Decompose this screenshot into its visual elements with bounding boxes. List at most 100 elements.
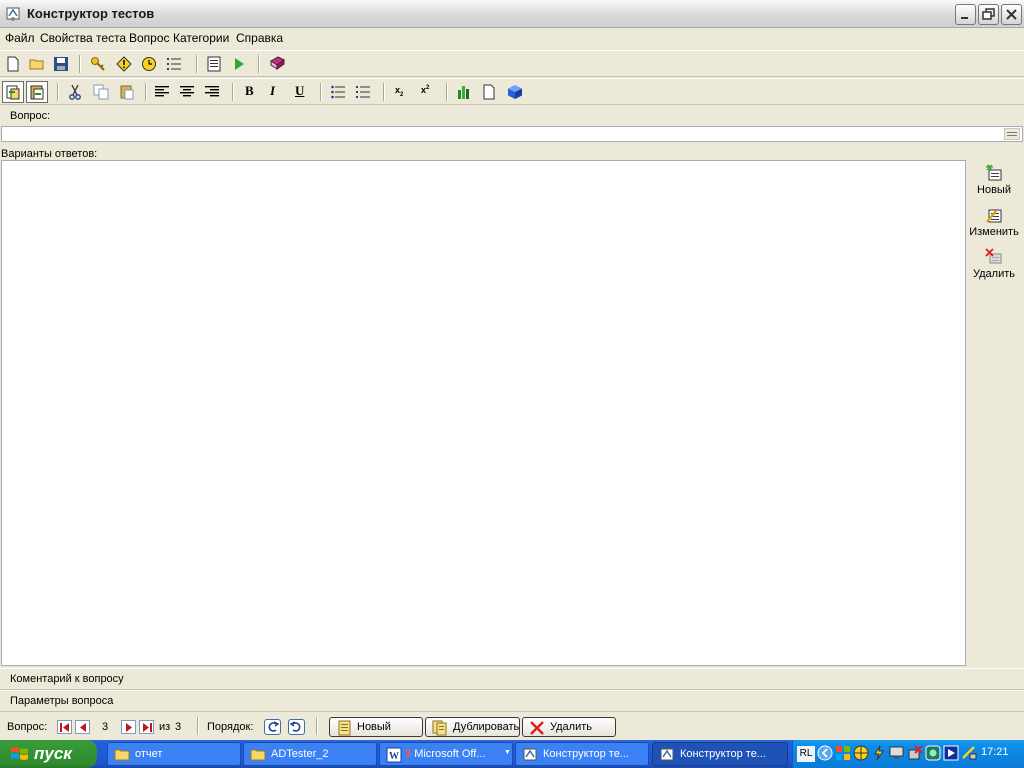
cut-icon[interactable] bbox=[65, 82, 85, 102]
question-params-section[interactable]: Параметры вопроса bbox=[0, 690, 1024, 712]
new-answer-label: Новый bbox=[977, 184, 1011, 196]
question-expand-button[interactable] bbox=[1004, 128, 1020, 140]
question-navigation: Вопрос: 3 из 3 Порядок: Новый Дублироват… bbox=[0, 713, 1024, 740]
new-answer-button[interactable]: Новый bbox=[966, 164, 1022, 196]
bullet-list-icon[interactable] bbox=[328, 82, 348, 102]
clock-icon[interactable] bbox=[139, 54, 159, 74]
menu-question[interactable]: Вопрос bbox=[129, 31, 170, 45]
chart-icon[interactable] bbox=[454, 82, 474, 102]
open-folder-icon[interactable] bbox=[27, 54, 47, 74]
task-adtester[interactable]: ADTester_2 bbox=[243, 742, 377, 766]
menu-help[interactable]: Справка bbox=[236, 31, 283, 45]
warning-icon[interactable] bbox=[114, 54, 134, 74]
globe-icon[interactable] bbox=[853, 745, 869, 761]
task-microsoft-office[interactable]: W 3 Microsoft Off... ▼ bbox=[379, 742, 513, 766]
prev-question-button[interactable] bbox=[75, 720, 90, 734]
order-down-button[interactable] bbox=[288, 719, 305, 735]
subscript-button[interactable]: x2 bbox=[391, 82, 411, 102]
save-icon[interactable] bbox=[51, 54, 71, 74]
close-button[interactable] bbox=[1001, 4, 1022, 25]
underline-button[interactable]: U bbox=[290, 82, 310, 102]
answers-label: Варианты ответов: bbox=[1, 148, 98, 160]
task-count: 3 bbox=[405, 748, 412, 760]
task-label: отчет bbox=[135, 748, 163, 760]
delete-answer-label: Удалить bbox=[973, 268, 1015, 280]
app-icon bbox=[6, 7, 20, 21]
nav-question-label: Вопрос: bbox=[7, 721, 48, 733]
folder-icon bbox=[114, 749, 130, 761]
of-label: из bbox=[159, 721, 171, 733]
language-indicator[interactable]: RL bbox=[797, 746, 815, 762]
new-question-button[interactable]: Новый bbox=[329, 717, 423, 737]
task-label: Конструктор те... bbox=[680, 748, 766, 760]
run-icon[interactable] bbox=[229, 54, 249, 74]
title-bar: Конструктор тестов bbox=[0, 0, 1024, 28]
start-label: пуск bbox=[34, 744, 72, 763]
italic-button[interactable]: I bbox=[265, 82, 285, 102]
task-report[interactable]: отчет bbox=[107, 742, 241, 766]
cube-icon[interactable] bbox=[505, 82, 525, 102]
task-test-constructor-1[interactable]: Конструктор те... bbox=[515, 742, 649, 766]
delete-question-button[interactable]: Удалить bbox=[522, 717, 616, 737]
paste2-icon[interactable] bbox=[117, 82, 137, 102]
delete-question-label: Удалить bbox=[550, 721, 592, 733]
paste-icon[interactable] bbox=[26, 81, 48, 103]
underline-icon: U bbox=[295, 83, 305, 98]
paste-special-icon[interactable] bbox=[2, 81, 24, 103]
disconnected-icon[interactable] bbox=[907, 745, 923, 761]
answers-side-panel: Новый Изменить Удалить bbox=[966, 160, 1022, 666]
windows-logo-icon bbox=[11, 747, 28, 760]
network-icon[interactable] bbox=[835, 745, 851, 761]
main-toolbar bbox=[0, 50, 1024, 77]
comment-section[interactable]: Коментарий к вопросу bbox=[0, 668, 1024, 690]
order-up-button[interactable] bbox=[264, 719, 281, 735]
numbered-list2-icon[interactable] bbox=[353, 82, 373, 102]
italic-icon: I bbox=[270, 83, 276, 98]
restore-button[interactable] bbox=[978, 4, 999, 25]
usb-icon[interactable] bbox=[961, 745, 977, 761]
book-icon[interactable] bbox=[267, 54, 287, 74]
answers-list[interactable] bbox=[1, 160, 966, 666]
system-tray: RL 17:21 bbox=[792, 740, 1024, 768]
first-question-button[interactable] bbox=[57, 720, 72, 734]
edit-answer-icon bbox=[985, 206, 1003, 224]
power-icon[interactable] bbox=[871, 745, 887, 761]
antivirus-icon[interactable] bbox=[925, 745, 941, 761]
question-input[interactable] bbox=[1, 126, 1023, 142]
key-icon[interactable] bbox=[88, 54, 108, 74]
tray-collapse-icon[interactable] bbox=[817, 745, 833, 761]
superscript-button[interactable]: x2 bbox=[417, 82, 437, 102]
duplicate-question-label: Дублировать bbox=[453, 721, 520, 733]
comment-section-label: Коментарий к вопросу bbox=[10, 673, 124, 685]
group-dropdown-icon: ▼ bbox=[504, 749, 511, 756]
menu-file[interactable]: Файл bbox=[5, 31, 35, 45]
menu-categories[interactable]: Категории bbox=[173, 31, 229, 45]
clock: 17:21 bbox=[981, 746, 1009, 758]
task-label: Конструктор те... bbox=[543, 748, 629, 760]
start-button[interactable]: пуск bbox=[0, 740, 97, 768]
menu-test-properties[interactable]: Свойства теста bbox=[40, 31, 126, 45]
edit-answer-button[interactable]: Изменить bbox=[966, 206, 1022, 238]
app-icon bbox=[523, 748, 537, 761]
align-right-icon[interactable] bbox=[202, 82, 222, 102]
media-play-icon[interactable] bbox=[943, 745, 959, 761]
copy-icon[interactable] bbox=[91, 82, 111, 102]
new-doc-icon[interactable] bbox=[3, 54, 23, 74]
minimize-button[interactable] bbox=[955, 4, 976, 25]
last-question-button[interactable] bbox=[139, 720, 154, 734]
edit-answer-label: Изменить bbox=[969, 226, 1019, 238]
next-question-button[interactable] bbox=[121, 720, 136, 734]
page-icon[interactable] bbox=[479, 82, 499, 102]
menu-bar: Файл Свойства теста Вопрос Категории Спр… bbox=[0, 28, 1024, 48]
monitor-icon[interactable] bbox=[889, 745, 905, 761]
delete-answer-button[interactable]: Удалить bbox=[966, 248, 1022, 280]
form-icon[interactable] bbox=[204, 54, 224, 74]
task-test-constructor-2[interactable]: Конструктор те... bbox=[652, 742, 788, 766]
window-title: Конструктор тестов bbox=[27, 6, 155, 21]
align-left-icon[interactable] bbox=[152, 82, 172, 102]
bold-button[interactable]: B bbox=[240, 82, 260, 102]
subscript-icon: x2 bbox=[395, 85, 404, 98]
align-center-icon[interactable] bbox=[177, 82, 197, 102]
numbered-list-icon[interactable] bbox=[164, 54, 184, 74]
duplicate-question-button[interactable]: Дублировать bbox=[425, 717, 520, 737]
